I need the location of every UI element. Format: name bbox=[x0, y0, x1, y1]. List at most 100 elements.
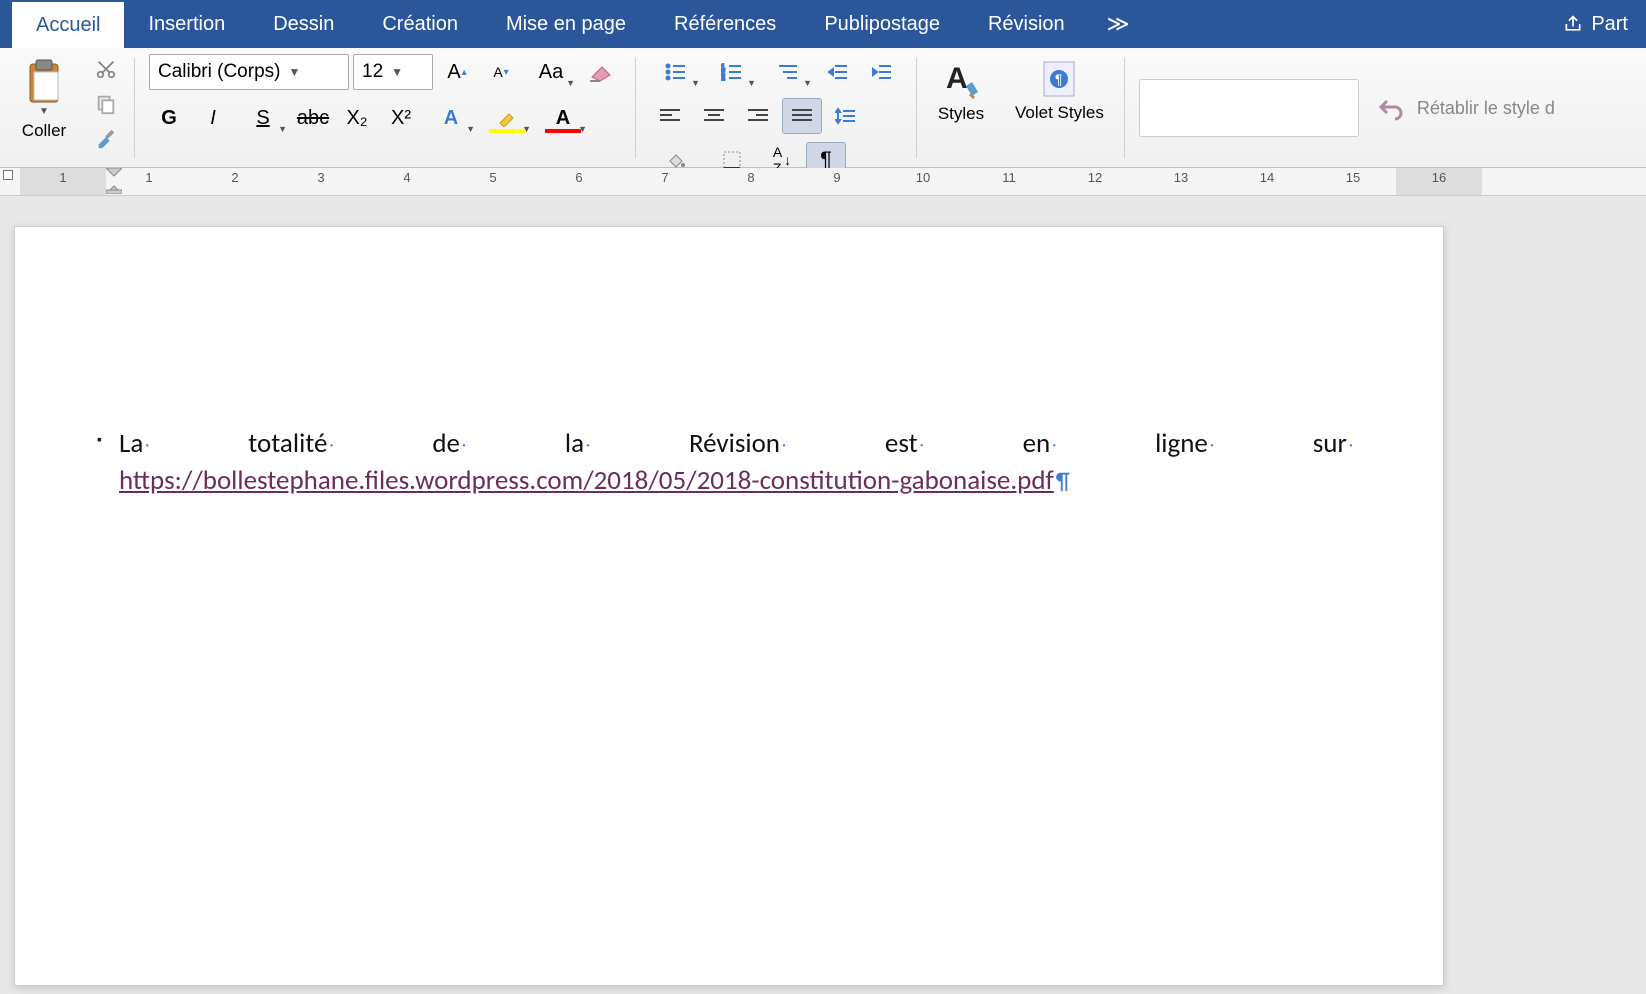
align-right-icon bbox=[748, 108, 768, 124]
shrink-font-button[interactable]: A▾ bbox=[481, 54, 521, 90]
styles-pane-icon: ¶ bbox=[1038, 58, 1080, 100]
font-name-combo[interactable]: Calibri (Corps)▼ bbox=[149, 54, 349, 90]
ruler-num: 10 bbox=[916, 170, 930, 185]
share-icon bbox=[1563, 14, 1583, 34]
decrease-indent-button[interactable] bbox=[818, 54, 858, 90]
svg-text:¶: ¶ bbox=[1055, 71, 1063, 87]
word: est bbox=[885, 427, 924, 460]
restore-style-label[interactable]: Rétablir le style d bbox=[1417, 98, 1555, 119]
change-case-button[interactable]: Aa▼ bbox=[525, 54, 577, 90]
font-name-value: Calibri (Corps) bbox=[158, 61, 280, 83]
tab-references[interactable]: Références bbox=[650, 0, 800, 48]
tab-stop-selector[interactable] bbox=[3, 170, 13, 180]
ribbon: ▼ Coller Calibri (Corps)▼ 12▼ A▴ A▾ Aa▼ bbox=[0, 48, 1646, 168]
format-painter-button[interactable] bbox=[86, 125, 126, 154]
styles-label: Styles bbox=[938, 104, 984, 124]
tab-mise-en-page[interactable]: Mise en page bbox=[482, 0, 650, 48]
align-center-button[interactable] bbox=[694, 98, 734, 134]
italic-button[interactable]: I bbox=[193, 100, 233, 136]
bullets-button[interactable]: ▼ bbox=[650, 54, 702, 90]
horizontal-ruler[interactable]: 1 1 2 3 4 5 6 7 8 9 10 11 12 13 14 15 16 bbox=[0, 168, 1646, 196]
justify-button[interactable] bbox=[782, 98, 822, 134]
document-line-2[interactable]: https://bollestephane.files.wordpress.co… bbox=[119, 464, 1353, 497]
tab-dessin[interactable]: Dessin bbox=[249, 0, 358, 48]
share-button[interactable]: Part bbox=[1545, 0, 1646, 48]
word: sur bbox=[1313, 427, 1353, 460]
word: ligne bbox=[1155, 427, 1214, 460]
styles-icon: A bbox=[940, 58, 982, 100]
document-line-1[interactable]: La totalité de la Révision est en ligne … bbox=[119, 427, 1353, 460]
ruler-num: 12 bbox=[1088, 170, 1102, 185]
word: Révision bbox=[689, 427, 786, 460]
numbering-button[interactable]: 123▼ bbox=[706, 54, 758, 90]
styles-pane-group: ¶ Volet Styles bbox=[1003, 54, 1116, 162]
tab-revision[interactable]: Révision bbox=[964, 0, 1089, 48]
restore-style-group: Rétablir le style d bbox=[1371, 54, 1561, 162]
line-spacing-icon bbox=[835, 107, 857, 125]
separator bbox=[134, 58, 135, 158]
styles-button[interactable]: A Styles bbox=[931, 54, 991, 128]
font-group: Calibri (Corps)▼ 12▼ A▴ A▾ Aa▼ G I S▼ ab… bbox=[143, 54, 627, 162]
styles-pane-label: Volet Styles bbox=[1015, 104, 1104, 123]
hyperlink[interactable]: https://bollestephane.files.wordpress.co… bbox=[119, 464, 1054, 497]
svg-text:3: 3 bbox=[721, 76, 725, 81]
clipboard-group: ▼ Coller bbox=[8, 54, 80, 162]
line-spacing-button[interactable] bbox=[826, 98, 866, 134]
ruler-num: 9 bbox=[833, 170, 840, 185]
highlight-button[interactable]: ▼ bbox=[481, 100, 533, 136]
separator bbox=[916, 58, 917, 158]
eraser-icon bbox=[588, 61, 614, 83]
outdent-icon bbox=[827, 63, 849, 81]
font-size-combo[interactable]: 12▼ bbox=[353, 54, 433, 90]
ruler-num: 14 bbox=[1260, 170, 1274, 185]
ruler-num: 1 bbox=[59, 170, 66, 185]
ruler-num: 13 bbox=[1174, 170, 1188, 185]
word: de bbox=[432, 427, 466, 460]
align-left-button[interactable] bbox=[650, 98, 690, 134]
tab-creation[interactable]: Création bbox=[358, 0, 482, 48]
font-color-button[interactable]: A ▼ bbox=[537, 100, 589, 136]
separator bbox=[635, 58, 636, 158]
style-preview-box[interactable] bbox=[1139, 79, 1359, 137]
paint-bucket-icon bbox=[666, 151, 686, 169]
grow-font-button[interactable]: A▴ bbox=[437, 54, 477, 90]
word: La bbox=[119, 427, 149, 460]
ruler-num: 1 bbox=[145, 170, 152, 185]
strikethrough-button[interactable]: abc bbox=[293, 100, 333, 136]
ruler-num: 2 bbox=[231, 170, 238, 185]
separator bbox=[1124, 58, 1125, 158]
tab-publipostage[interactable]: Publipostage bbox=[800, 0, 964, 48]
text-effects-button[interactable]: A▼ bbox=[425, 100, 477, 136]
word: totalité bbox=[248, 427, 333, 460]
numbering-icon: 123 bbox=[721, 63, 743, 81]
copy-button[interactable] bbox=[86, 89, 126, 118]
page[interactable]: La totalité de la Révision est en ligne … bbox=[14, 226, 1444, 986]
ruler-num: 5 bbox=[489, 170, 496, 185]
multilevel-icon bbox=[777, 63, 799, 81]
more-tabs-button[interactable]: ≫ bbox=[1089, 0, 1148, 48]
document-area[interactable]: La totalité de la Révision est en ligne … bbox=[0, 196, 1646, 994]
tab-accueil[interactable]: Accueil bbox=[12, 0, 124, 48]
svg-text:A: A bbox=[946, 62, 968, 95]
superscript-button[interactable]: X² bbox=[381, 100, 421, 136]
borders-icon bbox=[723, 151, 741, 169]
multilevel-list-button[interactable]: ▼ bbox=[762, 54, 814, 90]
scissors-icon bbox=[95, 58, 117, 80]
ruler-num: 16 bbox=[1432, 170, 1446, 185]
bold-button[interactable]: G bbox=[149, 100, 189, 136]
tab-insertion[interactable]: Insertion bbox=[124, 0, 249, 48]
styles-pane-button[interactable]: ¶ Volet Styles bbox=[1009, 54, 1110, 127]
subscript-button[interactable]: X₂ bbox=[337, 100, 377, 136]
increase-indent-button[interactable] bbox=[862, 54, 902, 90]
paste-button[interactable]: ▼ Coller bbox=[14, 54, 74, 145]
restore-group bbox=[1133, 54, 1365, 162]
clear-formatting-button[interactable] bbox=[581, 54, 621, 90]
paintbrush-icon bbox=[95, 128, 117, 150]
cut-button[interactable] bbox=[86, 54, 126, 83]
underline-button[interactable]: S▼ bbox=[237, 100, 289, 136]
styles-group: A Styles bbox=[925, 54, 997, 162]
align-right-button[interactable] bbox=[738, 98, 778, 134]
ruler-num: 15 bbox=[1346, 170, 1360, 185]
pilcrow-mark: ¶ bbox=[1056, 467, 1070, 496]
clipboard-mini bbox=[86, 54, 126, 154]
